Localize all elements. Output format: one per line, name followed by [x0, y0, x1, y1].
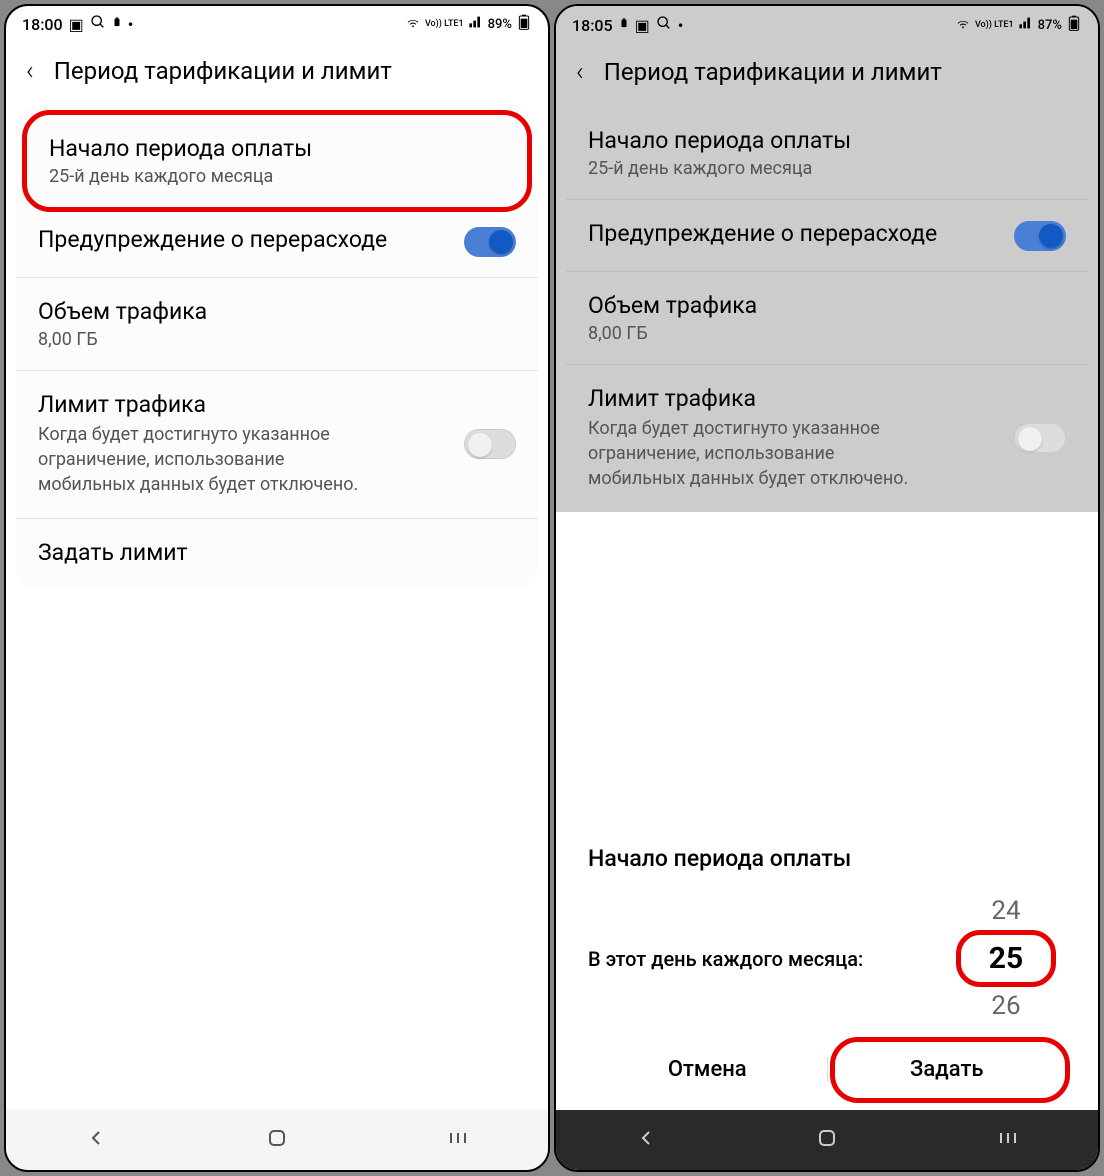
phone-screen-right: 18:05 ▣ • Vo)) LTE1 87% ‹ Перио: [554, 4, 1100, 1172]
nav-bar: [556, 1110, 1098, 1170]
dot-icon: •: [128, 15, 134, 34]
image-icon: ▣: [69, 15, 84, 34]
search-icon: [90, 14, 106, 34]
picker-next-value[interactable]: 26: [991, 987, 1020, 1025]
battery-percent: 87%: [1038, 18, 1062, 33]
setting-limit[interactable]: Лимит трафика Когда будет достигнуто ука…: [566, 365, 1088, 512]
dialog-title: Начало периода оплаты: [588, 845, 1066, 872]
phone-screen-left: 18:00 ▣ • Vo)) LTE1 89% ‹ Перио: [4, 4, 550, 1172]
header: ‹ Период тарификации и лимит: [6, 42, 548, 106]
status-time: 18:00: [22, 15, 63, 34]
billing-start-title: Начало периода оплаты: [588, 127, 1066, 154]
nav-back-icon[interactable]: [634, 1126, 658, 1154]
picker-current-value[interactable]: 25: [956, 930, 1056, 987]
page-title: Период тарификации и лимит: [604, 58, 942, 86]
billing-start-title: Начало периода оплаты: [49, 135, 505, 162]
page-title: Период тарификации и лимит: [54, 57, 392, 85]
setting-set-limit[interactable]: Задать лимит: [16, 519, 538, 590]
battery-percent: 89%: [488, 17, 512, 32]
nav-home-icon[interactable]: [815, 1126, 839, 1154]
header: ‹ Период тарификации и лимит: [556, 43, 1098, 107]
back-button[interactable]: ‹: [568, 57, 592, 87]
search-icon: [656, 15, 672, 35]
billing-start-dialog: Начало периода оплаты В этот день каждог…: [564, 817, 1090, 1108]
setting-billing-start[interactable]: Начало периода оплаты 25-й день каждого …: [22, 110, 532, 212]
warning-title: Предупреждение о перерасходе: [38, 226, 464, 253]
settings-panel: Начало периода оплаты 25-й день каждого …: [16, 106, 538, 590]
battery-level-icon: [1066, 15, 1082, 35]
picker-prev-value[interactable]: 24: [991, 892, 1020, 930]
network-label: Vo)) LTE1: [975, 21, 1014, 30]
battery-level-icon: [516, 14, 532, 34]
setting-volume[interactable]: Объем трафика 8,00 ГБ: [16, 278, 538, 371]
setting-volume[interactable]: Объем трафика 8,00 ГБ: [566, 272, 1088, 365]
image-icon: ▣: [635, 16, 650, 35]
warning-title: Предупреждение о перерасходе: [588, 220, 1014, 247]
nav-recent-icon[interactable]: [996, 1126, 1020, 1154]
status-bar: 18:00 ▣ • Vo)) LTE1 89%: [6, 6, 548, 42]
back-button[interactable]: ‹: [18, 56, 42, 86]
setting-warning[interactable]: Предупреждение о перерасходе: [566, 200, 1088, 272]
limit-description: Когда будет достигнуто указанное огранич…: [38, 422, 368, 498]
dot-icon: •: [678, 16, 684, 35]
status-bar: 18:05 ▣ • Vo)) LTE1 87%: [556, 7, 1098, 43]
battery-icon: [619, 15, 629, 35]
wifi-icon: [405, 14, 421, 34]
warning-toggle[interactable]: [1014, 221, 1066, 251]
wifi-icon: [955, 15, 971, 35]
settings-panel: Начало периода оплаты 25-й день каждого …: [566, 107, 1088, 512]
setting-warning[interactable]: Предупреждение о перерасходе: [16, 206, 538, 278]
nav-bar: [6, 1110, 548, 1170]
nav-recent-icon[interactable]: [446, 1126, 470, 1154]
limit-title: Лимит трафика: [38, 391, 464, 418]
warning-toggle[interactable]: [464, 227, 516, 257]
volume-subtitle: 8,00 ГБ: [588, 323, 1066, 344]
nav-home-icon[interactable]: [265, 1126, 289, 1154]
confirm-highlight: [830, 1037, 1070, 1103]
set-limit-title: Задать лимит: [38, 539, 516, 566]
setting-billing-start[interactable]: Начало периода оплаты 25-й день каждого …: [566, 107, 1088, 200]
setting-limit[interactable]: Лимит трафика Когда будет достигнуто ука…: [16, 371, 538, 519]
billing-start-subtitle: 25-й день каждого месяца: [588, 158, 1066, 179]
volume-title: Объем трафика: [38, 298, 516, 325]
volume-subtitle: 8,00 ГБ: [38, 329, 516, 350]
status-time: 18:05: [572, 16, 613, 35]
day-picker[interactable]: 24 25 26: [946, 892, 1066, 1025]
billing-start-subtitle: 25-й день каждого месяца: [49, 166, 505, 187]
dialog-label: В этот день каждого месяца:: [588, 945, 863, 973]
limit-toggle[interactable]: [464, 429, 516, 459]
limit-description: Когда будет достигнуто указанное огранич…: [588, 416, 918, 492]
signal-icon: [468, 14, 484, 34]
limit-title: Лимит трафика: [588, 385, 1014, 412]
network-label: Vo)) LTE1: [425, 20, 464, 29]
cancel-button[interactable]: Отмена: [588, 1043, 827, 1096]
battery-icon: [112, 14, 122, 34]
volume-title: Объем трафика: [588, 292, 1066, 319]
limit-toggle[interactable]: [1014, 423, 1066, 453]
signal-icon: [1018, 15, 1034, 35]
nav-back-icon[interactable]: [84, 1126, 108, 1154]
